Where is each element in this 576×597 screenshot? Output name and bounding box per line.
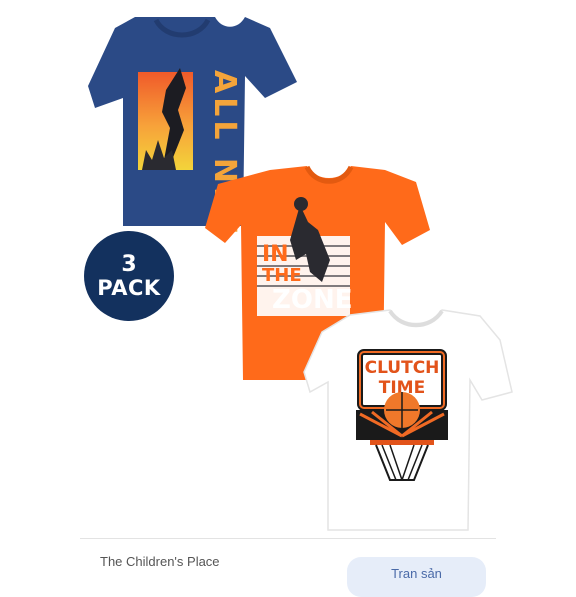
action-button-label: Tran sản	[391, 566, 442, 581]
orange-shirt-line-1: IN	[262, 242, 289, 267]
brand-name: The Children's Place	[100, 554, 220, 569]
white-shirt-line-1: CLUTCH	[365, 358, 440, 378]
pack-label: PACK	[97, 275, 161, 300]
white-shirt: CLUTCH TIME	[303, 309, 513, 531]
divider	[80, 538, 496, 539]
action-button[interactable]: Tran sản	[347, 557, 486, 597]
pack-count: 3	[121, 252, 137, 278]
orange-shirt-line-2: THE	[262, 265, 302, 286]
pack-count-badge: 3 PACK	[84, 231, 174, 321]
orange-shirt-line-3: ZONE	[272, 285, 352, 315]
